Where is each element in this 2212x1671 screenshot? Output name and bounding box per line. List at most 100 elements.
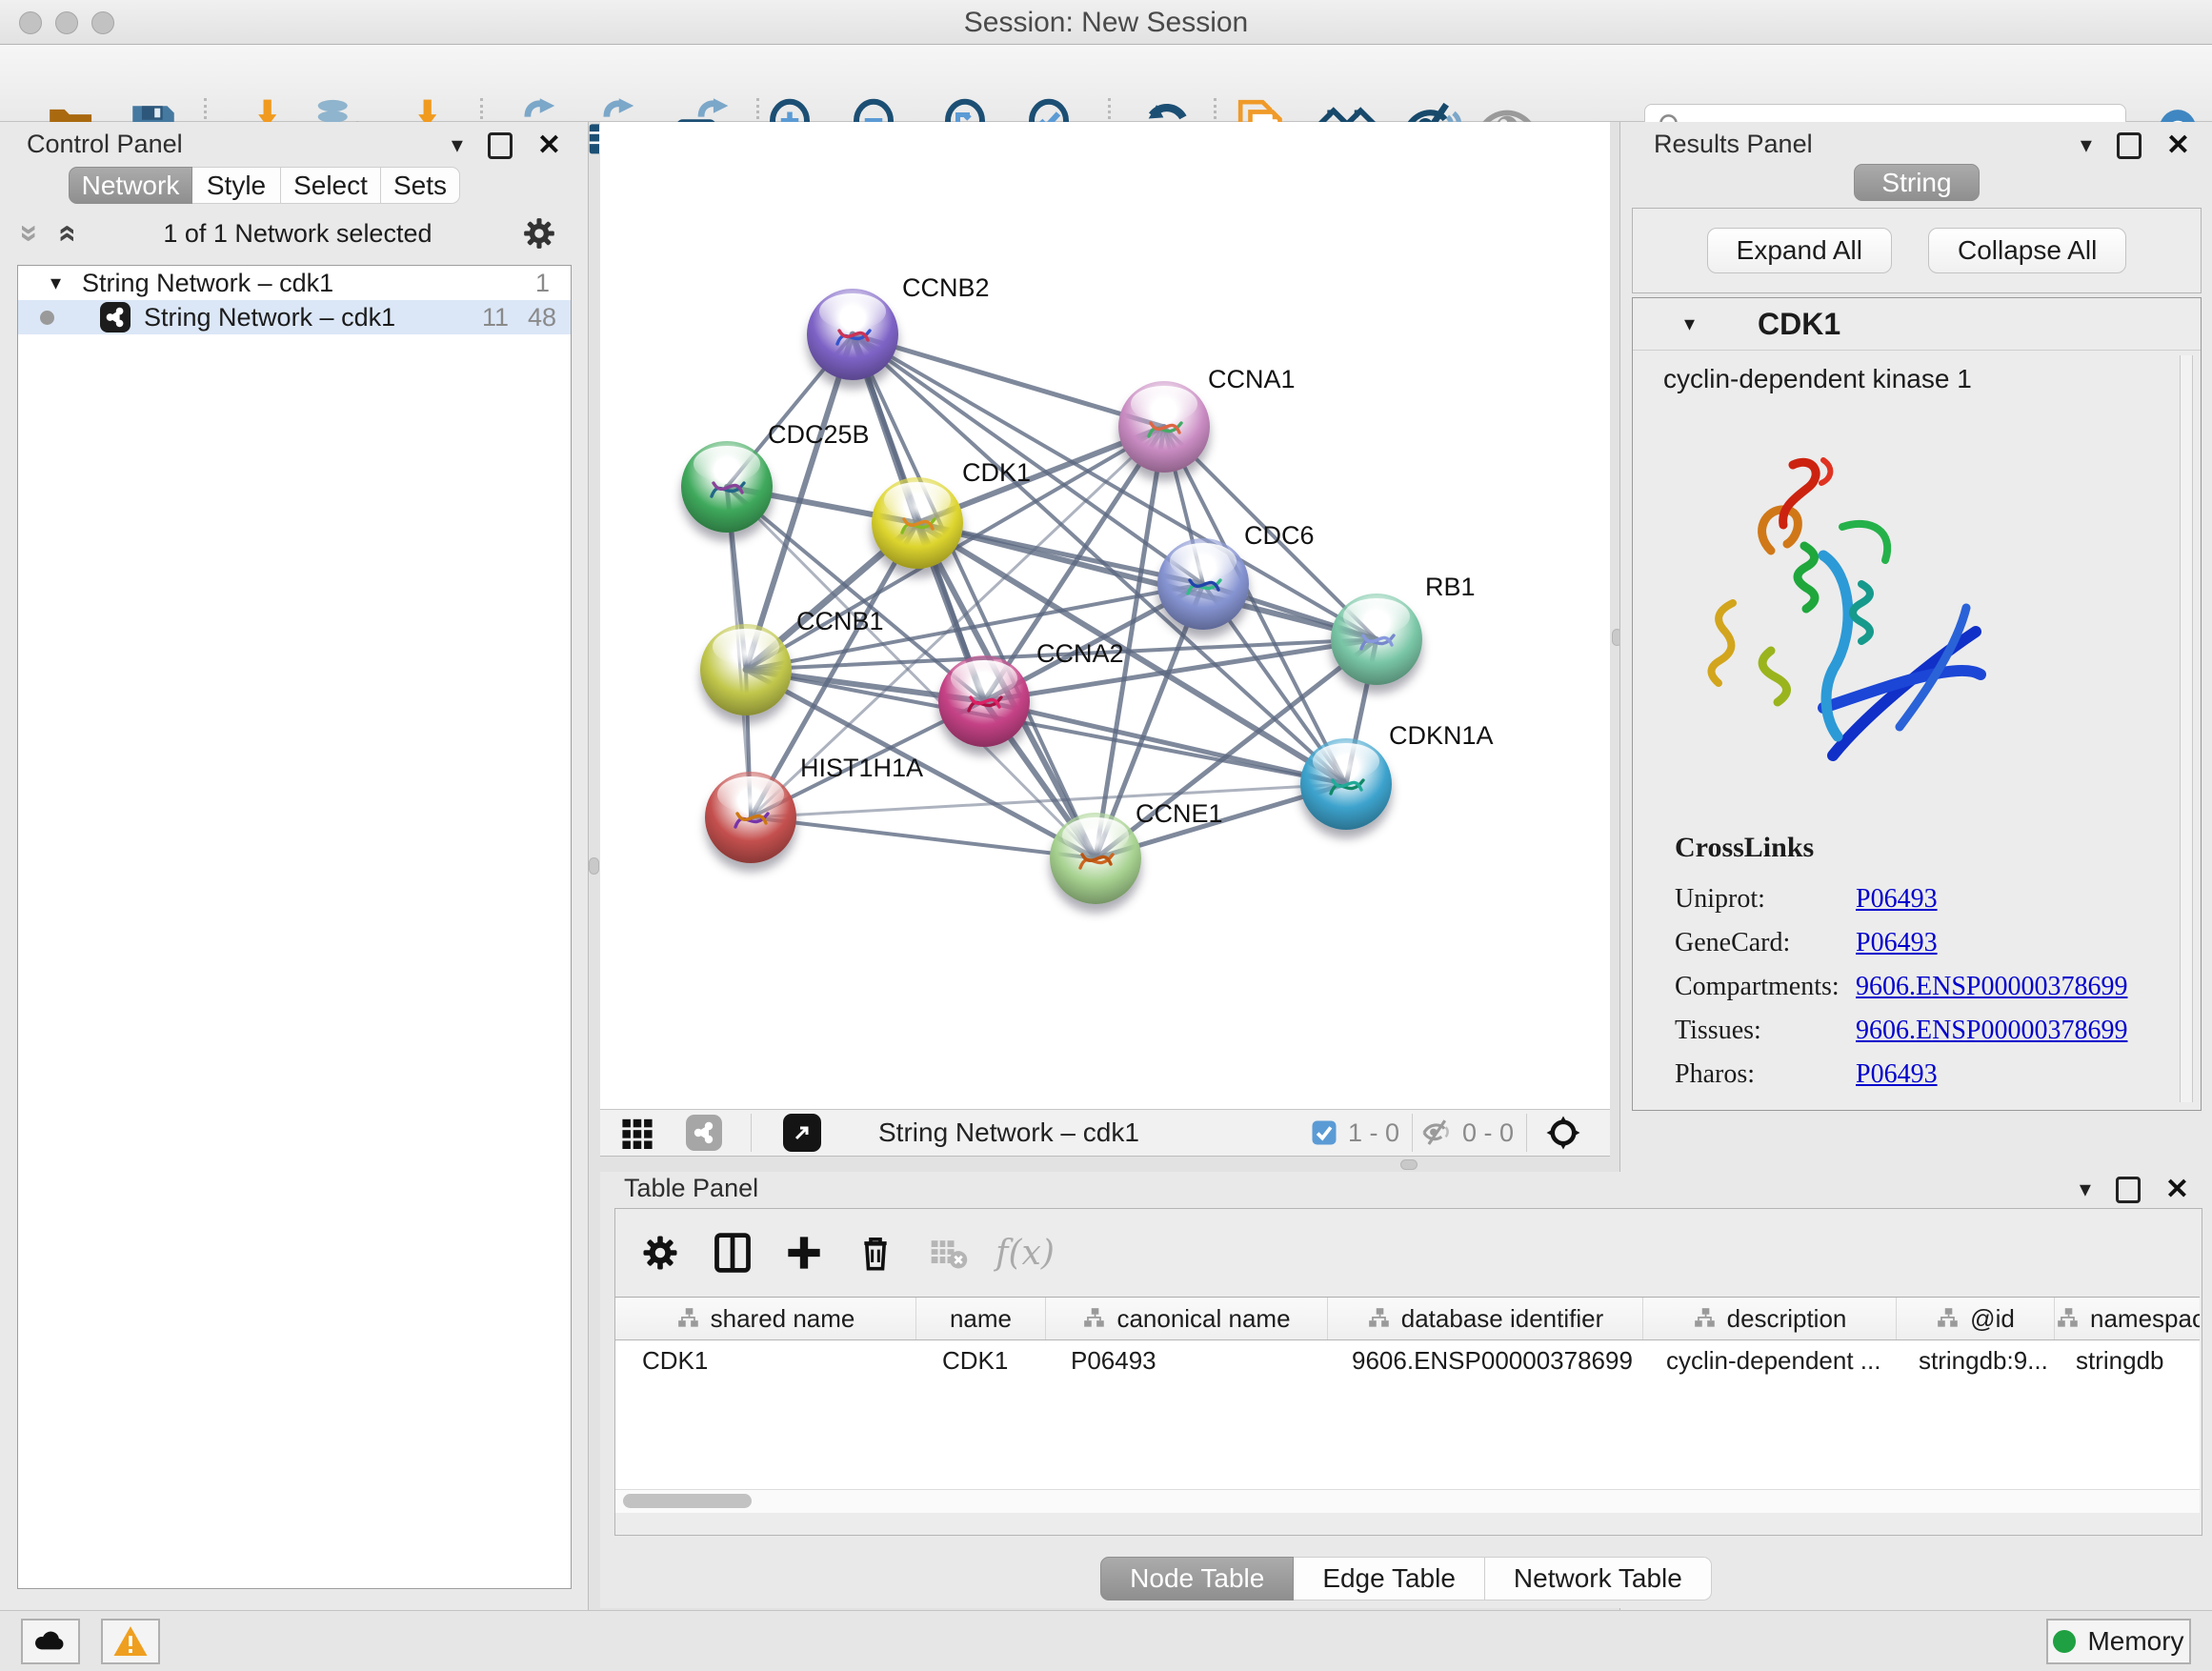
hscrollbar-thumb[interactable] [623, 1494, 752, 1508]
collapse-all-button[interactable]: Collapse All [1928, 228, 2126, 273]
warnings-button[interactable] [101, 1619, 160, 1664]
close-panel-icon[interactable]: ✕ [2165, 1179, 2189, 1200]
cell--id[interactable]: stringdb:9... [1892, 1346, 2049, 1376]
tab-network[interactable]: Network [69, 167, 192, 204]
function-builder-button[interactable]: f(x) [998, 1226, 1052, 1279]
cell-canonical-name[interactable]: P06493 [1044, 1346, 1325, 1376]
node-label-CDK1: CDK1 [962, 458, 1031, 488]
results-scrollbar[interactable] [2180, 355, 2193, 1102]
hidden-toggle[interactable] [1421, 1114, 1454, 1152]
node-CCNB2[interactable] [807, 289, 898, 380]
edge-HIST1H1A-CCNE1[interactable] [751, 817, 1096, 858]
cell-name[interactable]: CDK1 [915, 1346, 1044, 1376]
tab-sets[interactable]: Sets [381, 167, 460, 204]
crosslink-link[interactable]: 9606.ENSP00000378699 [1856, 1009, 2127, 1053]
tab-string[interactable]: String [1854, 164, 1979, 201]
table-row[interactable]: CDK1CDK1P064939606.ENSP00000378699cyclin… [615, 1340, 2200, 1380]
window-title: Session: New Session [0, 7, 2212, 39]
open-in-window-button[interactable] [783, 1114, 821, 1152]
network-tree: ▾ String Network – cdk1 1 String Network… [17, 265, 572, 1589]
navbar-separator [1526, 1114, 1527, 1152]
birdseye-button[interactable] [1543, 1114, 1583, 1152]
crosslink-link[interactable]: 9606.ENSP00000378699 [1856, 965, 2127, 1009]
edge-CCNA2-CDKN1A[interactable] [984, 701, 1346, 784]
node-CDC25B[interactable] [681, 441, 773, 533]
node-CCNA1[interactable] [1118, 381, 1210, 473]
cell-database-identifier[interactable]: 9606.ENSP00000378699 [1325, 1346, 1639, 1376]
float-panel-icon[interactable] [2117, 132, 2142, 159]
float-panel-icon[interactable] [2116, 1177, 2141, 1203]
column-header-label: namespac [2090, 1304, 2200, 1334]
hierarchy-icon [1936, 1306, 1961, 1331]
crosslink-row: Tissues:9606.ENSP00000378699 [1675, 1009, 2127, 1053]
left-splitter-handle[interactable] [589, 857, 599, 875]
node-CDKN1A[interactable] [1300, 738, 1392, 830]
delete-column-button[interactable] [849, 1226, 902, 1279]
node-label-RB1: RB1 [1425, 573, 1476, 602]
column-header-description[interactable]: description [1643, 1298, 1897, 1339]
card-expander-icon[interactable]: ▾ [1684, 312, 1695, 336]
node-CCNB1[interactable] [700, 624, 792, 715]
grid-view-button[interactable] [621, 1114, 654, 1152]
node-CDK1[interactable] [872, 477, 963, 569]
node-HIST1H1A[interactable] [705, 772, 796, 863]
column-header--id[interactable]: @id [1897, 1298, 2055, 1339]
expand-all-icon[interactable]: » [15, 225, 44, 243]
create-column-button[interactable] [777, 1226, 831, 1279]
tab-network-table[interactable]: Network Table [1485, 1557, 1712, 1601]
gear-icon[interactable] [521, 215, 557, 252]
delete-table-button[interactable] [922, 1226, 975, 1279]
column-header-database-identifier[interactable]: database identifier [1328, 1298, 1643, 1339]
tab-node-table[interactable]: Node Table [1100, 1557, 1294, 1601]
cloud-button[interactable] [21, 1619, 80, 1664]
tree-expander-icon[interactable]: ▾ [50, 271, 61, 295]
table-hscrollbar[interactable] [615, 1489, 2200, 1513]
crosslink-link[interactable]: P06493 [1856, 877, 1938, 921]
cell-description[interactable]: cyclin-dependent ... [1639, 1346, 1892, 1376]
tab-select[interactable]: Select [281, 167, 381, 204]
column-header-label: shared name [711, 1304, 855, 1334]
hidden-eye-icon [1421, 1117, 1454, 1149]
horizontal-splitter-handle[interactable] [1400, 1159, 1418, 1170]
network-row[interactable]: String Network – cdk1 11 48 [18, 300, 571, 334]
close-panel-icon[interactable]: ✕ [2166, 135, 2190, 156]
edge-CCNB2-CCNA1[interactable] [853, 334, 1164, 427]
cell-shared-name[interactable]: CDK1 [615, 1346, 915, 1376]
node-CCNE1[interactable] [1050, 813, 1141, 904]
network-edges [600, 122, 1610, 1109]
cell-namespac[interactable]: stringdb [2049, 1346, 2200, 1376]
collapse-panel-icon[interactable]: ▾ [2080, 1176, 2091, 1203]
column-header-namespac[interactable]: namespac [2055, 1298, 2200, 1339]
protein-name: CDK1 [1758, 307, 1840, 342]
column-header-canonical-name[interactable]: canonical name [1046, 1298, 1328, 1339]
close-panel-icon[interactable]: ✕ [537, 135, 561, 156]
node-CCNA2[interactable] [938, 655, 1030, 747]
collection-count: 1 [535, 269, 550, 298]
network-list-toolbar: » » 1 of 1 Network selected [10, 212, 578, 254]
table-settings-button[interactable] [633, 1226, 687, 1279]
crosslink-link[interactable]: P06493 [1856, 921, 1938, 965]
tab-style[interactable]: Style [192, 167, 281, 204]
expand-all-button[interactable]: Expand All [1707, 228, 1892, 273]
tab-edge-table[interactable]: Edge Table [1294, 1557, 1485, 1601]
network-view-title-wrap: String Network – cdk1 [878, 1114, 1139, 1152]
collapse-panel-icon[interactable]: ▾ [2081, 131, 2092, 159]
column-header-name[interactable]: name [916, 1298, 1046, 1339]
table-panel-window-buttons: ▾ ✕ [2080, 1176, 2189, 1203]
network-collection-row[interactable]: ▾ String Network – cdk1 1 [18, 266, 571, 300]
column-header-shared-name[interactable]: shared name [615, 1298, 916, 1339]
protein-structure-image [1680, 441, 1995, 803]
node-RB1[interactable] [1331, 594, 1422, 685]
selected-checkbox[interactable] [1310, 1114, 1338, 1152]
crosslink-link[interactable]: P06493 [1856, 1053, 1938, 1097]
node-label-CDC25B: CDC25B [768, 420, 870, 450]
protein-card-header[interactable]: ▾ CDK1 [1633, 298, 2201, 351]
memory-button[interactable]: Memory [2046, 1619, 2191, 1664]
float-panel-icon[interactable] [488, 132, 513, 159]
show-columns-button[interactable] [706, 1226, 759, 1279]
collapse-panel-icon[interactable]: ▾ [452, 131, 463, 159]
node-CDC6[interactable] [1157, 538, 1249, 630]
network-overview-button[interactable] [686, 1114, 722, 1152]
collapse-all-icon[interactable]: » [50, 225, 79, 243]
network-view[interactable]: CCNB2CCNA1CDC25BCDK1CDC6RB1CCNB1CCNA2CDK… [600, 122, 1610, 1109]
